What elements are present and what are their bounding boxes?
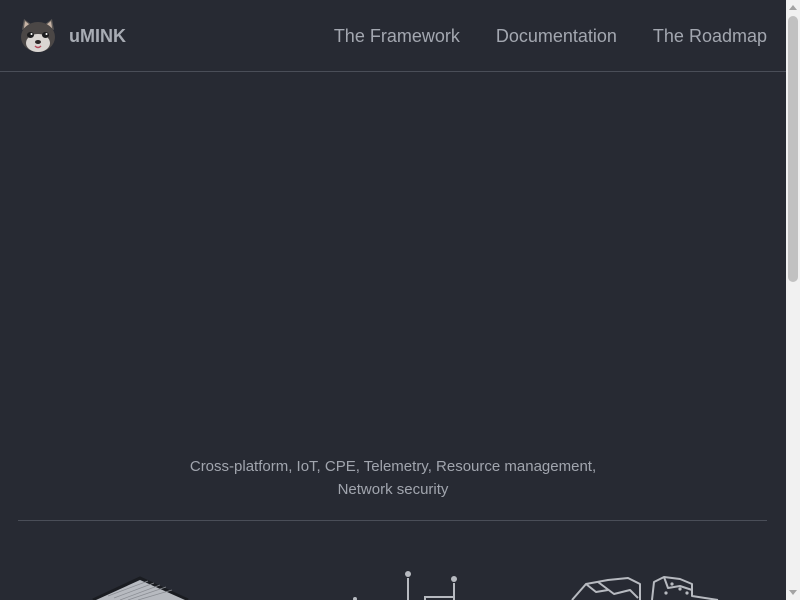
nav-link-documentation[interactable]: Documentation: [496, 25, 617, 47]
tagline: Cross-platform, IoT, CPE, Telemetry, Res…: [0, 455, 786, 501]
server-box-icon: [92, 576, 189, 600]
tagline-line-2: Network security: [337, 481, 449, 498]
main-nav: The Framework Documentation The Roadmap: [334, 25, 767, 47]
page: uMINK The Framework Documentation The Ro…: [0, 0, 786, 600]
circuit-board-icon: [353, 571, 457, 600]
brand-link[interactable]: uMINK: [18, 16, 126, 56]
nav-link-framework[interactable]: The Framework: [334, 25, 460, 47]
section-divider: [18, 520, 767, 521]
navbar: uMINK The Framework Documentation The Ro…: [0, 0, 786, 72]
rocks-icon: [571, 576, 719, 600]
nav-link-roadmap[interactable]: The Roadmap: [653, 25, 767, 47]
scroll-up-arrow-icon[interactable]: [786, 0, 800, 14]
scroll-down-arrow-icon[interactable]: [786, 586, 800, 600]
vertical-scrollbar[interactable]: [786, 0, 800, 600]
brand-name: uMINK: [69, 25, 126, 46]
mink-logo-icon: [21, 19, 55, 52]
hero-section: [0, 73, 786, 443]
tagline-line-1: Cross-platform, IoT, CPE, Telemetry, Res…: [189, 458, 597, 475]
scrollbar-thumb[interactable]: [788, 16, 798, 282]
